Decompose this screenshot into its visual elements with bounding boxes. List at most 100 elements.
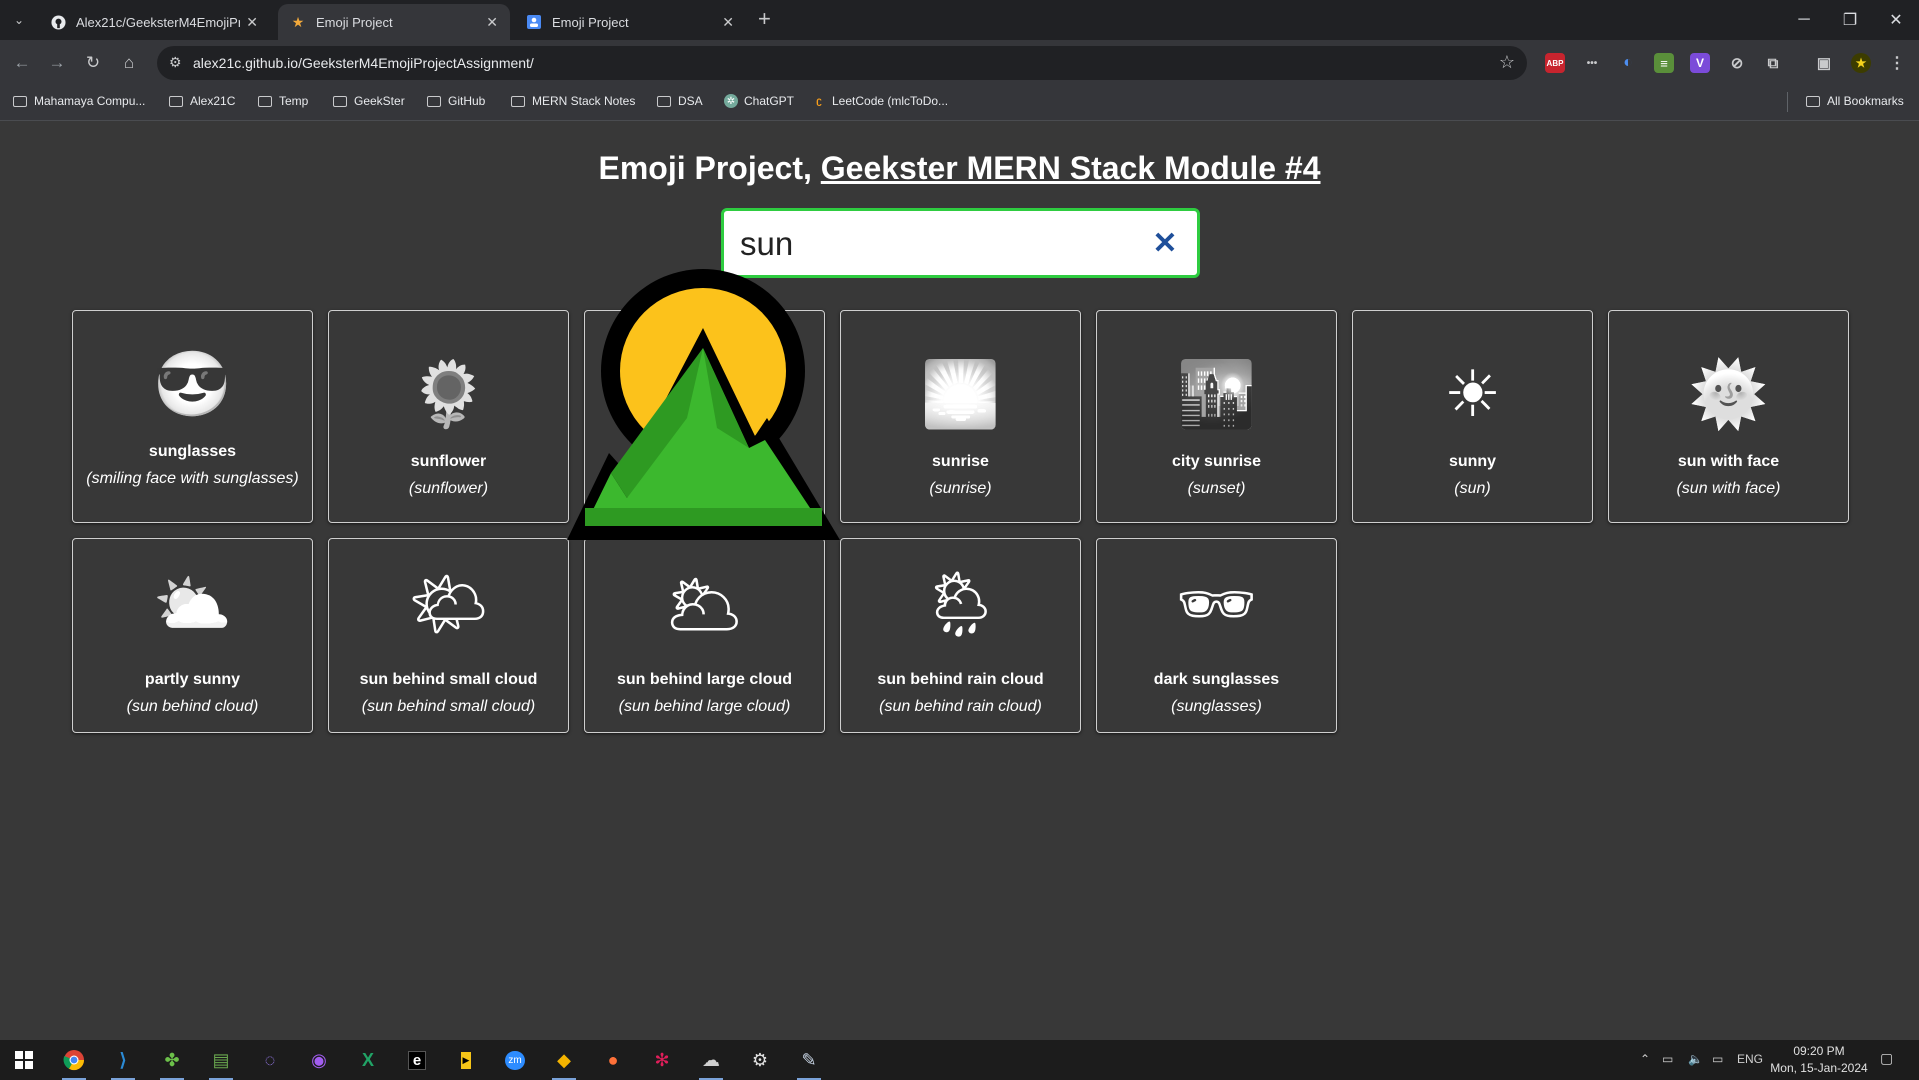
notifications-icon[interactable]: ▢ xyxy=(1880,1050,1893,1067)
sheets-extension-icon[interactable]: ≡ xyxy=(1654,53,1674,73)
tab-emoji-project-active[interactable]: ★ Emoji Project ✕ xyxy=(278,4,510,40)
emoji-card[interactable]: 😎 sunglasses (smiling face with sunglass… xyxy=(72,310,313,523)
back-button[interactable]: ← xyxy=(10,51,34,75)
search-input[interactable] xyxy=(738,221,1142,267)
tab-emoji-project[interactable]: Emoji Project ✕ xyxy=(514,4,746,40)
adblock-extension-icon[interactable]: ABP xyxy=(1545,53,1565,73)
tab-search-button[interactable]: ⌄ xyxy=(8,9,30,31)
emoji-name: sunrise xyxy=(932,453,989,470)
bookmark-folder[interactable]: Alex21C xyxy=(169,94,235,108)
emoji-card[interactable]: 🕶 dark sunglasses (sunglasses) xyxy=(1096,538,1337,733)
menu-kebab-icon[interactable]: ⋮ xyxy=(1887,53,1907,73)
emoji-card[interactable]: ☀ sunny (sun) xyxy=(1352,310,1593,523)
player-icon[interactable]: ▶ xyxy=(448,1045,484,1075)
close-icon[interactable]: ✕ xyxy=(246,14,258,31)
chrome-icon[interactable] xyxy=(56,1045,92,1080)
emoji-symbol: 😎 xyxy=(152,348,233,420)
page-title: Emoji Project, Geekster MERN Stack Modul… xyxy=(0,150,1919,187)
emoji-name: sun behind rain cloud xyxy=(877,671,1044,688)
battery-icon[interactable]: ▭ xyxy=(1662,1052,1673,1066)
emoji-description: (sun) xyxy=(1454,480,1491,497)
clock-date: Mon, 15-Jan-2024 xyxy=(1770,1061,1868,1075)
notepad-icon[interactable]: ▤ xyxy=(203,1045,239,1080)
bookmark-label: DSA xyxy=(678,94,703,108)
new-tab-button[interactable]: + xyxy=(758,8,771,30)
emoji-name: partly sunny xyxy=(144,671,241,688)
emoji-description: (smiling face with sunglasses) xyxy=(86,470,299,487)
bookmark-leetcode[interactable]: ʗ LeetCode (mlcToDo... xyxy=(812,94,948,108)
emoji-card[interactable]: 🌞 sun with face (sun with face) xyxy=(1608,310,1849,523)
home-button[interactable]: ⌂ xyxy=(117,51,141,75)
git-icon[interactable]: ◆ xyxy=(546,1045,582,1080)
all-bookmarks-folder[interactable]: All Bookmarks xyxy=(1806,94,1904,108)
clear-search-button[interactable]: ✕ xyxy=(1149,225,1181,261)
close-window-button[interactable]: ✕ xyxy=(1873,0,1919,40)
emoji-symbol: 🕶 xyxy=(1175,568,1258,640)
e-icon[interactable]: e xyxy=(399,1045,435,1075)
firefox-icon[interactable]: ● xyxy=(595,1045,631,1075)
v-extension-icon[interactable]: V xyxy=(1690,53,1710,73)
profile-avatar[interactable]: ★ xyxy=(1851,53,1871,73)
arc-icon[interactable]: ◌ xyxy=(252,1045,288,1075)
github-icon xyxy=(50,14,66,30)
paint-icon[interactable]: ☁ xyxy=(693,1045,729,1080)
side-panel-icon[interactable]: ▣ xyxy=(1814,53,1834,73)
network-icon[interactable]: ▭ xyxy=(1712,1052,1723,1066)
emoji-symbol: 🌇 xyxy=(1176,358,1257,430)
forward-button[interactable]: → xyxy=(45,51,69,75)
tab-strip: ⌄ Alex21c/GeeksterM4EmojiProje ✕ ★ Emoji… xyxy=(0,0,1919,40)
settings-icon[interactable]: ⚙ xyxy=(742,1045,778,1075)
emoji-card[interactable]: 🌇 city sunrise (sunset) xyxy=(1096,310,1337,523)
emoji-card[interactable]: 🌅 sunrise (sunrise) xyxy=(840,310,1081,523)
bookmarks-divider xyxy=(1787,92,1788,112)
brush-icon[interactable]: ✎ xyxy=(791,1045,827,1080)
bookmark-label: ChatGPT xyxy=(744,94,795,108)
bookmark-star-icon[interactable]: ☆ xyxy=(1499,52,1515,73)
emoji-symbol: 🌥 xyxy=(663,568,746,640)
emoji-name: sunny xyxy=(1448,453,1497,470)
emoji-card[interactable]: 🌦 sun behind rain cloud (sun behind rain… xyxy=(840,538,1081,733)
emoji-card[interactable]: 🌤 sun behind small cloud (sun behind sma… xyxy=(328,538,569,733)
close-icon[interactable]: ✕ xyxy=(486,14,498,31)
start-button[interactable] xyxy=(6,1045,42,1075)
address-bar[interactable]: ⚙ alex21c.github.io/GeeksterM4EmojiProje… xyxy=(157,46,1527,80)
bookmark-folder[interactable]: DSA xyxy=(657,94,703,108)
site-info-icon[interactable]: ⚙ xyxy=(169,54,182,71)
tab-github[interactable]: Alex21c/GeeksterM4EmojiProje ✕ xyxy=(38,4,270,40)
folder-icon xyxy=(427,95,441,107)
slack-icon[interactable]: ✻ xyxy=(644,1045,680,1075)
star-icon: ★ xyxy=(291,13,305,30)
excel-icon[interactable]: X xyxy=(350,1045,386,1075)
vscode-icon[interactable]: ⟩ xyxy=(105,1045,141,1080)
emoji-card[interactable]: 🌻 sunflower (sunflower) xyxy=(328,310,569,523)
minimize-button[interactable]: ─ xyxy=(1781,0,1827,40)
bookmark-folder[interactable]: Temp xyxy=(258,94,308,108)
reload-button[interactable]: ↻ xyxy=(81,51,105,75)
clover-icon[interactable]: ✤ xyxy=(154,1045,190,1080)
chevron-up-icon[interactable]: ⌃ xyxy=(1640,1052,1650,1066)
volume-icon[interactable]: 🔈 xyxy=(1688,1052,1703,1066)
circle-icon[interactable]: ◉ xyxy=(301,1045,337,1075)
emoji-card[interactable]: 🌥 sun behind large cloud (sun behind lar… xyxy=(584,538,825,733)
bookmark-folder[interactable]: MERN Stack Notes xyxy=(511,94,635,108)
emoji-card[interactable]: ⛅ partly sunny (sun behind cloud) xyxy=(72,538,313,733)
tab-title: Alex21c/GeeksterM4EmojiProje xyxy=(76,14,241,30)
language-indicator[interactable]: ENG xyxy=(1737,1052,1763,1066)
emoji-description: (sun behind rain cloud) xyxy=(879,698,1042,715)
zoom-icon[interactable]: zm xyxy=(497,1045,533,1075)
dark-reader-extension-icon[interactable]: ◐ xyxy=(1618,53,1638,73)
extensions-puzzle-icon[interactable]: ⧉ xyxy=(1763,53,1783,73)
bookmark-folder[interactable]: GeekSter xyxy=(333,94,405,108)
tab-title: Emoji Project xyxy=(316,14,393,30)
system-clock[interactable]: 09:20 PM Mon, 15-Jan-2024 xyxy=(1764,1043,1874,1077)
compass-extension-icon[interactable]: ⊘ xyxy=(1727,53,1747,73)
restore-button[interactable]: ❐ xyxy=(1827,0,1873,40)
bookmark-label: GitHub xyxy=(448,94,486,108)
close-icon[interactable]: ✕ xyxy=(722,14,734,31)
dots-extension-icon[interactable]: ••• xyxy=(1582,53,1602,73)
bookmark-folder[interactable]: GitHub xyxy=(427,94,485,108)
emoji-description: (sunflower) xyxy=(408,480,489,497)
bookmark-folder[interactable]: Mahamaya Compu... xyxy=(13,94,145,108)
module-link[interactable]: Geekster MERN Stack Module #4 xyxy=(821,150,1321,186)
bookmark-chatgpt[interactable]: ✲ ChatGPT xyxy=(724,94,794,108)
